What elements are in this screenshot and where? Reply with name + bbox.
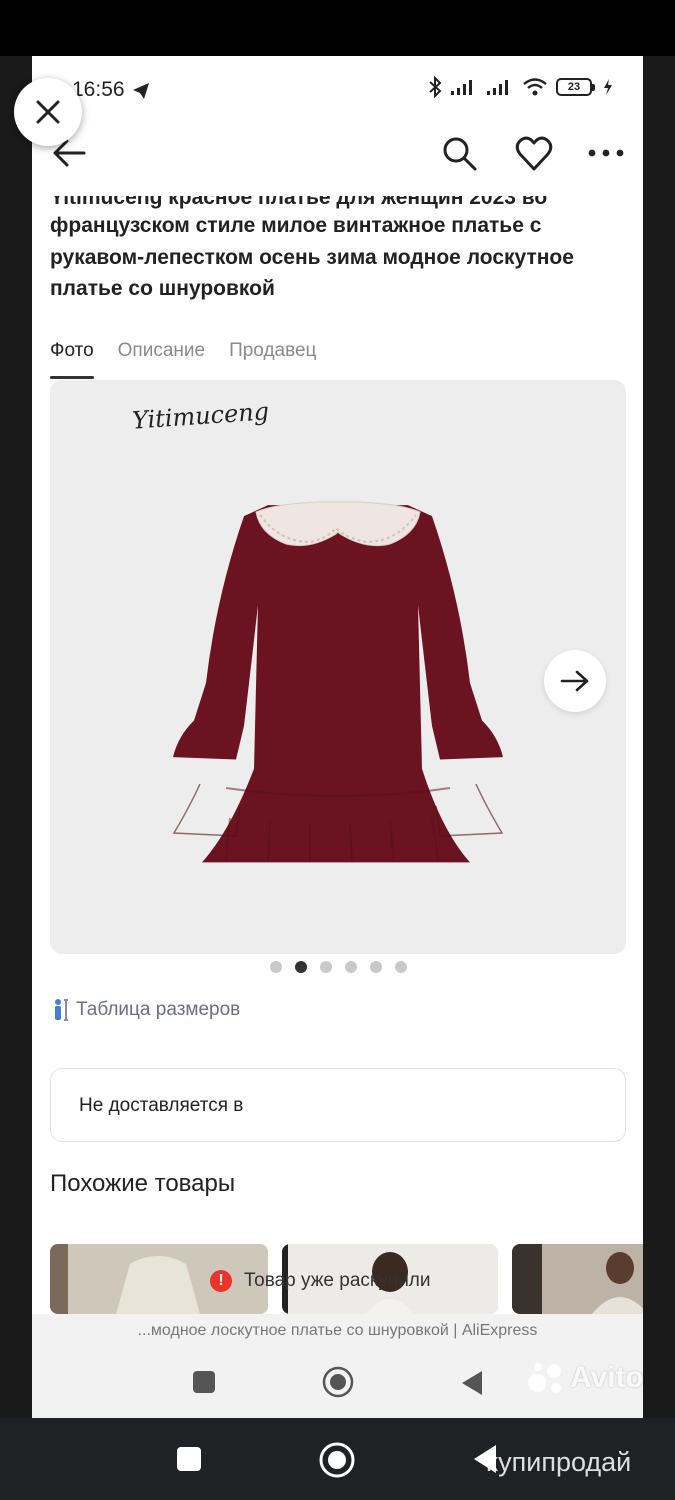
page-caption: ...модное лоскутное платье со шнуровкой …: [32, 1314, 643, 1354]
left-frame: [0, 56, 32, 1418]
alert-icon: !: [210, 1270, 232, 1292]
telegram-icon: [133, 83, 149, 99]
status-icons: 23: [428, 76, 613, 98]
delivery-text: Не доставляется в: [79, 1095, 244, 1116]
home-button[interactable]: [322, 1366, 354, 1403]
status-time: 16:56: [72, 78, 125, 101]
avito-watermark: Avito: [526, 1361, 643, 1395]
tab-description[interactable]: Описание: [118, 336, 205, 382]
outer-home-button[interactable]: [319, 1442, 355, 1483]
top-black-bar: [0, 0, 675, 56]
similar-product-thumb[interactable]: [512, 1244, 643, 1314]
bluetooth-icon: [429, 76, 442, 98]
pagination-dot-active[interactable]: [295, 961, 307, 973]
outer-recent-apps-button[interactable]: [176, 1446, 202, 1477]
phone-screen: 16:56 23 Yitimuceng красное платье для ж…: [32, 56, 643, 1418]
avito-watermark-text: Avito: [570, 1361, 643, 1394]
similar-product-image: [512, 1244, 643, 1314]
status-bar: 16:56 23: [32, 56, 643, 126]
square-icon: [177, 1447, 201, 1471]
avito-logo-icon: [528, 1363, 561, 1393]
search-icon: [443, 137, 477, 171]
gallery-next-button[interactable]: [544, 650, 606, 712]
square-icon: [193, 1371, 215, 1393]
pagination-dot[interactable]: [270, 961, 282, 973]
size-table-label: Таблица размеров: [76, 999, 241, 1020]
pagination-dot[interactable]: [395, 961, 407, 973]
gallery-pagination: [270, 961, 407, 973]
brand-signature: Yitimuceng: [131, 397, 270, 435]
recent-apps-button[interactable]: [192, 1370, 216, 1399]
arrow-right-icon: [560, 670, 589, 692]
more-button[interactable]: [584, 136, 628, 170]
kupiprodai-watermark: купипродай: [486, 1447, 632, 1477]
product-title: французском стиле милое винтажное платье…: [50, 214, 574, 300]
tab-photo[interactable]: Фото: [50, 336, 94, 382]
pagination-dot[interactable]: [370, 961, 382, 973]
sold-out-toast: ! Товар уже раскупили: [210, 1270, 431, 1292]
similar-heading: Похожие товары: [50, 1170, 236, 1197]
search-button[interactable]: [440, 134, 480, 174]
dress-image: [172, 501, 504, 863]
close-icon: [36, 100, 60, 124]
triangle-back-icon: [462, 1371, 482, 1395]
back-nav-button[interactable]: [460, 1370, 484, 1401]
more-dots-icon: [588, 149, 624, 157]
battery-level: 23: [556, 78, 592, 96]
close-button[interactable]: [14, 78, 82, 146]
battery-icon: 23: [556, 78, 595, 96]
size-chart-icon: [55, 999, 68, 1021]
wifi-icon: [523, 78, 547, 96]
delivery-card[interactable]: Не доставляется в: [50, 1068, 626, 1142]
signal-icon: [451, 80, 472, 95]
signal-icon: [487, 80, 508, 95]
product-tabs: Фото Описание Продавец: [50, 336, 316, 382]
charging-icon: [604, 79, 612, 95]
pagination-dot[interactable]: [345, 961, 357, 973]
toast-text: Товар уже раскупили: [244, 1270, 431, 1291]
size-table-link[interactable]: Таблица размеров: [52, 998, 240, 1022]
right-frame: [643, 56, 675, 1418]
tab-seller[interactable]: Продавец: [229, 336, 316, 382]
product-gallery[interactable]: Yitimuceng: [50, 380, 626, 954]
pagination-dot[interactable]: [320, 961, 332, 973]
heart-icon: [515, 136, 553, 171]
home-circle-icon: [319, 1442, 355, 1478]
favorite-button[interactable]: [514, 134, 554, 174]
home-circle-icon: [322, 1366, 354, 1398]
